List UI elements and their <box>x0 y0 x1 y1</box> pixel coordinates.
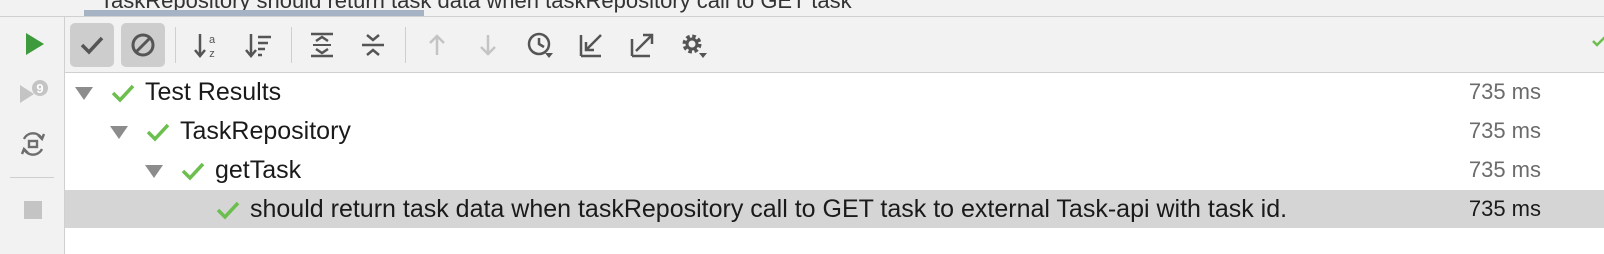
toolbar-separator <box>175 27 176 63</box>
tree-row-test-results[interactable]: Test Results 735 ms <box>65 73 1604 111</box>
tree-row-get-task[interactable]: getTask 735 ms <box>65 151 1604 189</box>
svg-text:9: 9 <box>36 81 43 96</box>
tree-row-label: Test Results <box>145 78 282 106</box>
run-icon[interactable] <box>16 27 50 61</box>
active-tab-indicator <box>84 10 424 16</box>
collapse-all-button[interactable] <box>351 23 395 67</box>
top-tab-bar: TaskRepository should return task data w… <box>0 0 1604 17</box>
sort-alpha-icon: a z <box>194 34 216 59</box>
expand-all-icon <box>311 32 333 58</box>
expand-arrow-icon[interactable] <box>110 126 128 139</box>
export-tests-button[interactable] <box>620 23 664 67</box>
clock-icon <box>527 32 553 58</box>
tree-row-duration: 735 ms <box>1468 79 1541 104</box>
tree-row-task-repository[interactable]: TaskRepository 735 ms <box>65 112 1604 150</box>
import-icon <box>579 34 602 58</box>
tree-row-test-case[interactable]: should return task data when taskReposit… <box>65 190 1604 228</box>
arrow-up-icon <box>429 34 445 55</box>
sort-duration-icon <box>245 34 271 58</box>
import-tests-button[interactable] <box>569 23 613 67</box>
rerun-failed-icon: 9 <box>16 75 50 109</box>
run-side-toolbar: 9 <box>0 17 65 254</box>
passed-check-icon <box>111 84 135 103</box>
test-runner-toolbar: a z <box>65 17 1604 73</box>
svg-text:a: a <box>209 34 216 46</box>
expand-arrow-icon[interactable] <box>145 165 163 178</box>
tree-row-duration: 735 ms <box>1468 196 1541 221</box>
passed-check-icon <box>181 162 205 181</box>
tree-row-label: getTask <box>215 156 302 184</box>
toolbar-separator <box>405 27 406 63</box>
passed-check-icon <box>146 123 170 142</box>
expand-arrow-icon[interactable] <box>75 87 93 100</box>
show-ignored-button[interactable] <box>121 23 165 67</box>
status-check-icon <box>1592 36 1604 47</box>
sort-alphabetically-button[interactable]: a z <box>185 23 229 67</box>
passed-check-icon <box>216 201 240 220</box>
toolbar-separator <box>291 27 292 63</box>
toggle-auto-test-icon[interactable] <box>16 127 50 161</box>
tree-row-label: should return task data when taskReposit… <box>250 195 1288 223</box>
previous-failed-test-button <box>415 23 459 67</box>
tree-row-duration: 735 ms <box>1468 118 1541 143</box>
collapse-all-icon <box>362 34 384 56</box>
tree-row-duration: 735 ms <box>1468 157 1541 182</box>
test-history-button[interactable] <box>518 23 562 67</box>
expand-all-button[interactable] <box>300 23 344 67</box>
sort-by-duration-button[interactable] <box>237 23 281 67</box>
ignored-icon <box>131 33 155 57</box>
checkmark-icon <box>80 36 104 55</box>
arrow-down-icon <box>480 35 496 56</box>
stop-icon <box>16 193 50 227</box>
test-results-tree: Test Results 735 ms TaskRepository 735 m… <box>65 73 1604 254</box>
gutter-separator <box>10 177 54 178</box>
svg-text:z: z <box>209 48 215 59</box>
show-passed-button[interactable] <box>70 23 114 67</box>
tree-row-label: TaskRepository <box>180 117 351 145</box>
export-icon <box>630 33 654 58</box>
next-failed-test-button <box>466 23 510 67</box>
settings-button[interactable] <box>671 23 715 67</box>
gear-icon <box>682 34 707 58</box>
